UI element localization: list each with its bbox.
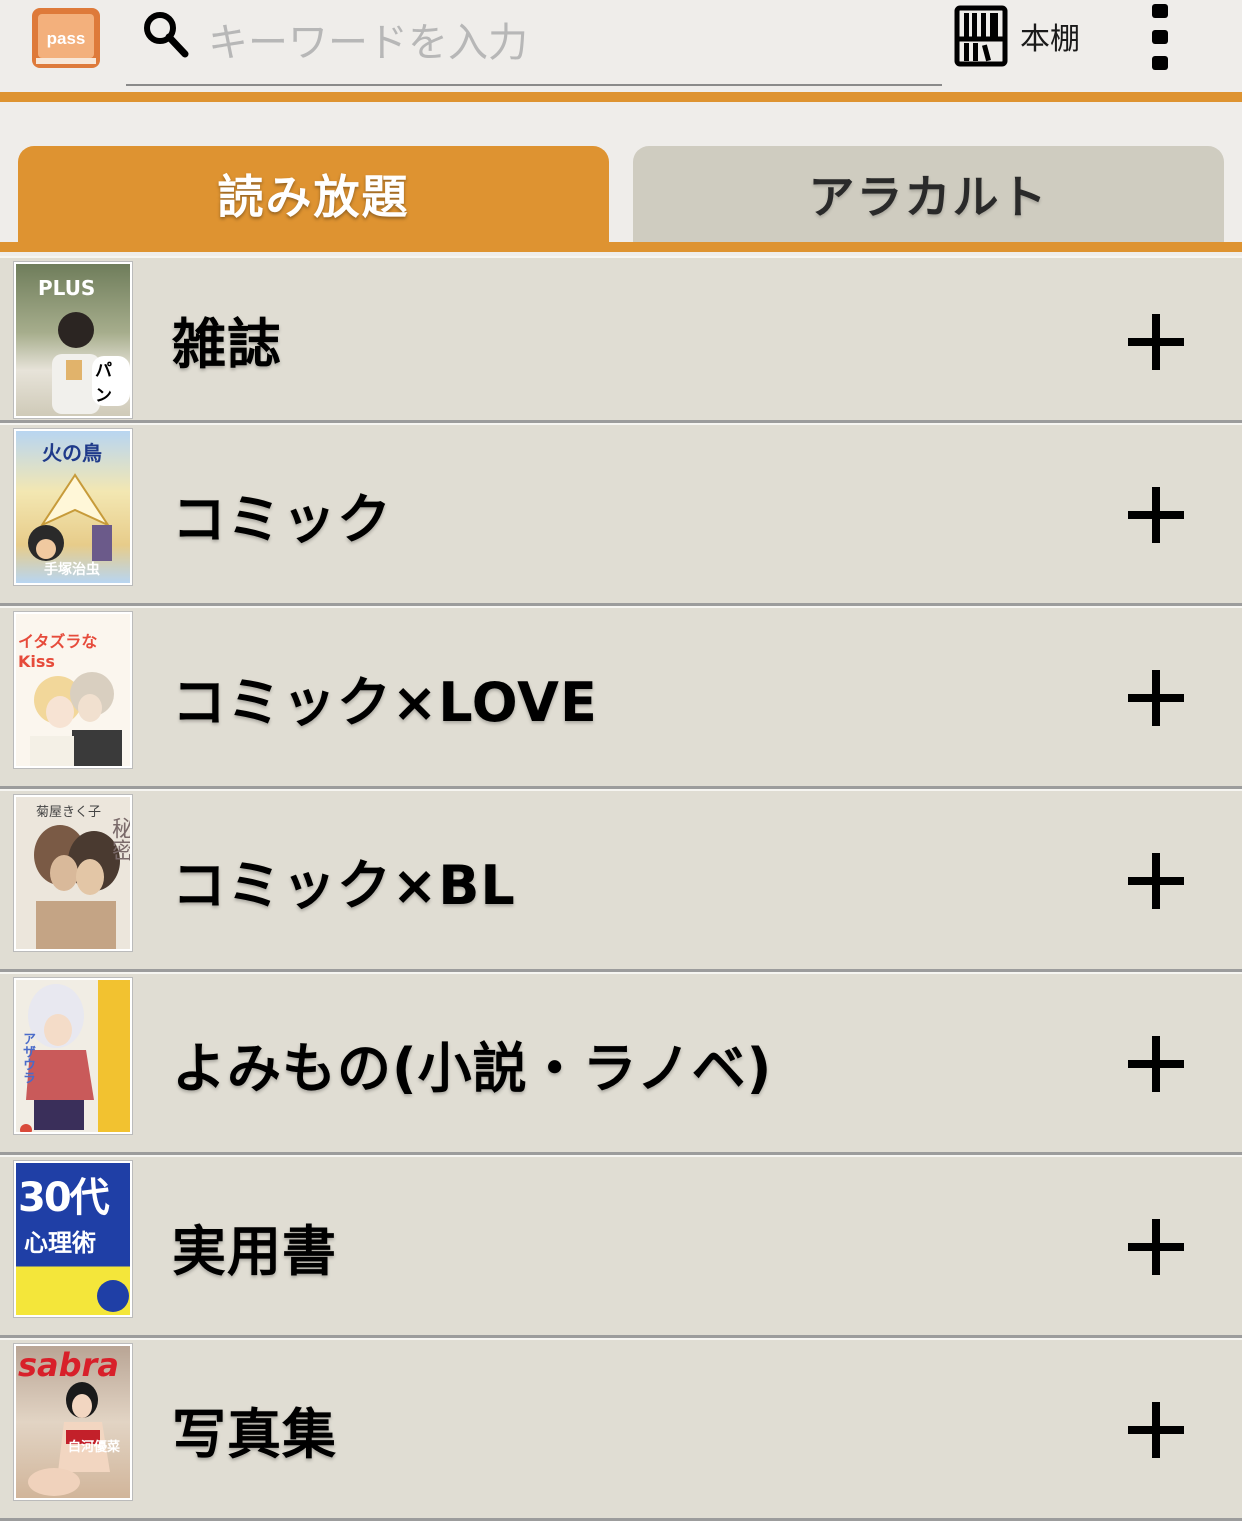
overflow-menu-button[interactable] (1140, 4, 1180, 70)
expand-plus-icon[interactable] (1128, 314, 1184, 370)
bookshelf-icon (954, 5, 1008, 67)
cover-thumbnail: PLUS パン (14, 262, 132, 418)
category-row-practical[interactable]: 30代 心理術 実用書 (0, 1155, 1242, 1338)
cover-thumbnail: アザウラ (14, 978, 132, 1134)
category-row-comic[interactable]: 火の鳥 手塚治虫 コミック (0, 423, 1242, 606)
tab-bar: 読み放題 アラカルト (0, 146, 1242, 252)
cover-title: アザウラ (20, 1032, 35, 1084)
category-label: 写真集 (172, 1402, 337, 1466)
cover-title: 火の鳥 (42, 441, 102, 465)
expand-plus-icon[interactable] (1128, 1036, 1184, 1092)
category-label: コミック×BL (172, 853, 516, 917)
cover-subtitle: 心理術 (24, 1229, 96, 1257)
search-input[interactable] (208, 14, 908, 72)
menu-dot-icon (1152, 4, 1168, 18)
logo-text: pass (47, 29, 86, 48)
cover-title: 30代 (18, 1175, 110, 1221)
cover-subtitle: 手塚治虫 (44, 562, 100, 578)
cover-thumbnail: 菊屋きく子 秘密 (14, 795, 132, 951)
category-label: コミック (172, 487, 392, 551)
tab-a-la-carte[interactable]: アラカルト (633, 146, 1224, 242)
cover-title: 秘密 (108, 817, 132, 861)
category-label: 雑誌 (172, 312, 282, 376)
search-bar[interactable] (126, 0, 942, 86)
cover-subtitle: 白河優菜 (68, 1440, 121, 1455)
category-label: コミック×LOVE (172, 670, 598, 734)
category-row-photobook[interactable]: sabra 白河優菜 写真集 (0, 1338, 1242, 1521)
cover-subtitle: パン (92, 356, 130, 406)
expand-plus-icon[interactable] (1128, 1219, 1184, 1275)
search-icon[interactable] (140, 8, 192, 60)
menu-dot-icon (1152, 56, 1168, 70)
header-divider (0, 92, 1242, 102)
top-bar: pass 本棚 (0, 0, 1242, 92)
expand-plus-icon[interactable] (1128, 1402, 1184, 1458)
category-row-comic-bl[interactable]: 菊屋きく子 秘密 コミック×BL (0, 789, 1242, 972)
category-list: PLUS パン 雑誌 火の鳥 手塚治虫 コミック イタズラなKiss コミック×… (0, 256, 1242, 1521)
expand-plus-icon[interactable] (1128, 853, 1184, 909)
app-logo[interactable]: pass (30, 6, 102, 70)
category-label: 実用書 (172, 1219, 337, 1283)
cover-thumbnail: イタズラなKiss (14, 612, 132, 768)
tab-underline (0, 242, 1242, 252)
expand-plus-icon[interactable] (1128, 487, 1184, 543)
cover-title: PLUS (38, 276, 96, 300)
cover-thumbnail: sabra 白河優菜 (14, 1344, 132, 1500)
tab-unlimited[interactable]: 読み放題 (18, 146, 609, 242)
cover-title: sabra (18, 1346, 119, 1384)
category-label: よみもの(小説・ラノベ) (172, 1036, 773, 1100)
expand-plus-icon[interactable] (1128, 670, 1184, 726)
menu-dot-icon (1152, 30, 1168, 44)
category-row-comic-love[interactable]: イタズラなKiss コミック×LOVE (0, 606, 1242, 789)
cover-thumbnail: 火の鳥 手塚治虫 (14, 429, 132, 585)
cover-thumbnail: 30代 心理術 (14, 1161, 132, 1317)
category-row-reading[interactable]: アザウラ よみもの(小説・ラノベ) (0, 972, 1242, 1155)
category-row-magazine[interactable]: PLUS パン 雑誌 (0, 256, 1242, 423)
bookshelf-label: 本棚 (1020, 22, 1080, 57)
bookshelf-button[interactable]: 本棚 (954, 4, 1094, 68)
